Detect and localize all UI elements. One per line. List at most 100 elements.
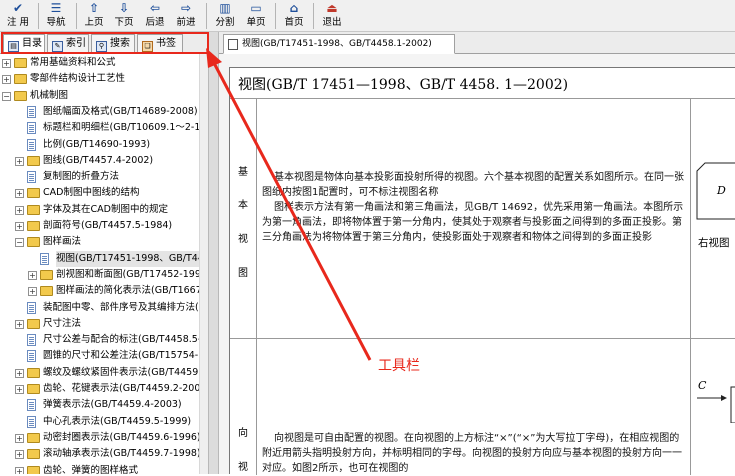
expand-icon[interactable]: + <box>15 222 24 231</box>
tab-index[interactable]: ✎ 索引 <box>47 34 89 53</box>
tree-item-label: CAD制图中图线的结构 <box>43 187 140 199</box>
tree-item[interactable]: + 齿轮、花键表示法(GB/T4459.2-2003 <box>0 381 199 397</box>
tree-item-label: 齿轮、弹簧的图样格式 <box>43 464 139 475</box>
navigation-button[interactable]: ☰ 导航 <box>38 0 74 32</box>
document-icon <box>27 138 36 151</box>
single-page-button[interactable]: ▭ 单页 <box>238 0 274 32</box>
tab-bookmark[interactable]: ❏ 书签 <box>137 34 183 53</box>
expand-icon[interactable]: + <box>2 59 11 68</box>
expand-icon[interactable]: + <box>15 189 24 199</box>
tree-item[interactable]: − 机械制图 <box>0 88 199 104</box>
tree-item[interactable]: + 螺纹及螺纹紧固件表示法(GB/T4459. <box>0 365 199 381</box>
tree-item[interactable]: + CAD制图中图线的结构 <box>0 185 199 201</box>
tree-item[interactable]: + 尺寸注法 <box>0 316 199 332</box>
left-panel-tabs: ▤ 目录 ✎ 索引 ⚲ 搜索 ❏ 书签 <box>0 32 208 54</box>
catalog-tree: + 常用基础资料和公式 + 零部件结构设计工艺性 − 机械制图图纸幅面及格式(GB/T14… <box>0 54 199 474</box>
tree-item[interactable]: + 滚动轴承表示法(GB/T4459.7-1998) <box>0 446 199 462</box>
tree-item-label: 复制图的折叠方法 <box>43 171 120 183</box>
annotate-button[interactable]: ✔ 注 用 <box>0 0 36 32</box>
tree-item-label: 剖面符号(GB/T4457.5-1984) <box>43 220 173 231</box>
collapse-icon[interactable]: − <box>15 238 24 248</box>
tree-item[interactable]: + 齿轮、弹簧的图样格式 <box>0 463 199 475</box>
tree-item[interactable]: + 字体及其在CAD制图中的规定 <box>0 202 199 218</box>
document-icon <box>40 252 49 265</box>
direction-view-paragraph: 向视图是可自由配置的视图。在向视图的上方标注“×”(“×”为大写拉丁字母)，在相… <box>262 433 682 474</box>
tree-item[interactable]: 装配图中零、部件序号及其编排方法( <box>0 300 199 316</box>
document-icon <box>228 39 238 50</box>
tree-item-label: 图样画法 <box>43 236 82 248</box>
expand-icon[interactable]: + <box>15 319 24 329</box>
tree-item-label: 机械制图 <box>30 89 69 101</box>
arrow-right-icon: ⇨ <box>180 1 192 15</box>
tree-item[interactable]: + 零部件结构设计工艺性 <box>0 71 199 87</box>
collapse-icon[interactable]: − <box>2 91 11 101</box>
tab-search[interactable]: ⚲ 搜索 <box>91 34 135 53</box>
tree-item[interactable]: + 常用基础资料和公式 <box>0 55 199 71</box>
tree-item[interactable]: 中心孔表示法(GB/T4459.5-1999) <box>0 414 199 430</box>
svg-text:D: D <box>716 184 726 197</box>
expand-icon[interactable]: + <box>2 75 11 85</box>
expand-icon[interactable]: + <box>15 450 24 460</box>
section-label-char: 基 <box>238 167 248 178</box>
tree-item-label: 标题栏和明细栏(GB/T10609.1～2-19 <box>43 122 199 134</box>
tree-item[interactable]: 标题栏和明细栏(GB/T10609.1～2-19 <box>0 120 199 136</box>
svg-text:C: C <box>698 379 707 392</box>
expand-icon[interactable]: + <box>15 156 24 166</box>
exit-button[interactable]: ⏏ 退出 <box>314 0 350 32</box>
toolbar: ✔ 注 用 ☰ 导航 ⇧ 上页 ⇩ 下页 ⇦ 后退 ⇨ 前进 ▥ 分割 ▭ 单页 ⌂ 首页 ⏏ 退出 <box>0 0 735 32</box>
tree-item[interactable]: 视图(GB/T17451-1998、GB/T44 <box>0 250 199 267</box>
expand-icon[interactable]: + <box>15 385 24 394</box>
tree-item[interactable]: + 图样画法的简化表示法(GB/T1667 <box>0 283 199 299</box>
folder-icon <box>27 384 40 394</box>
tree-item-label: 尺寸注法 <box>43 317 82 329</box>
tree-item-label: 圆锥的尺寸和公差注法(GB/T15754- <box>43 350 199 362</box>
home-button[interactable]: ⌂ 首页 <box>276 0 312 32</box>
document-icon <box>27 301 36 314</box>
tree-item-label: 图线(GB/T4457.4-2002) <box>43 154 154 166</box>
folder-icon <box>27 188 40 199</box>
expand-icon[interactable]: + <box>28 270 37 280</box>
tree-item[interactable]: 弹簧表示法(GB/T4459.4-2003) <box>0 397 199 413</box>
folder-icon <box>27 221 40 231</box>
tree-item-label: 图样画法的简化表示法(GB/T1667 <box>56 285 199 297</box>
expand-icon[interactable]: + <box>15 205 24 215</box>
tree-item-label: 齿轮、花键表示法(GB/T4459.2-2003 <box>43 383 199 394</box>
document-icon <box>27 105 36 118</box>
tree-item[interactable]: 比例(GB/T14690-1993) <box>0 137 199 153</box>
tree-item-label: 螺纹及螺纹紧固件表示法(GB/T4459. <box>43 366 199 378</box>
tree-item[interactable]: + 剖视图和断面图(GB/T17452-199 <box>0 267 199 283</box>
tree-item[interactable]: 复制图的折叠方法 <box>0 169 199 185</box>
index-icon: ✎ <box>52 41 63 52</box>
expand-icon[interactable]: + <box>15 466 24 474</box>
forward-button[interactable]: ⇨ 前进 <box>168 0 204 32</box>
section-label-char: 视 <box>238 234 248 245</box>
tab-document[interactable]: 视图(GB/T17451-1998、GB/T4458.1-2002) <box>223 34 455 54</box>
tree-item[interactable]: 图纸幅面及格式(GB/T14689-2008) <box>0 104 199 120</box>
tab-catalog[interactable]: ▤ 目录 <box>3 34 45 53</box>
folder-icon <box>27 155 40 166</box>
annotation-label: 工具栏 <box>378 358 420 374</box>
expand-icon[interactable]: + <box>15 433 24 443</box>
right-view-figure: D <box>696 162 735 220</box>
navigation-icon: ☰ <box>50 1 62 15</box>
section-label-char: 视 <box>238 462 248 473</box>
folder-icon <box>40 286 53 297</box>
folder-icon <box>14 90 27 101</box>
section-label-char: 本 <box>238 200 248 211</box>
tree-item[interactable]: + 图线(GB/T4457.4-2002) <box>0 153 199 169</box>
tree-item[interactable]: 圆锥的尺寸和公差注法(GB/T15754- <box>0 348 199 364</box>
tree-item[interactable]: + 剖面符号(GB/T4457.5-1984) <box>0 218 199 234</box>
tree-item[interactable]: − 图样画法 <box>0 234 199 250</box>
section-label-char: 向 <box>238 428 248 439</box>
document-page: 视图(GB/T 17451—1998、GB/T 4458. 1—2002) 基 … <box>229 67 735 475</box>
single-page-icon: ▭ <box>250 1 262 15</box>
tree-item[interactable]: + 动密封圈表示法(GB/T4459.6-1996) <box>0 430 199 446</box>
tree-item[interactable]: 尺寸公差与配合的标注(GB/T4458.5- <box>0 332 199 348</box>
document-tabs: 视图(GB/T17451-1998、GB/T4458.1-2002) <box>219 32 735 54</box>
panel-splitter[interactable] <box>208 32 219 474</box>
expand-icon[interactable]: + <box>28 287 37 297</box>
tree-item-label: 字体及其在CAD制图中的规定 <box>43 203 168 215</box>
tree-scrollbar[interactable] <box>199 54 208 474</box>
expand-icon[interactable]: + <box>15 368 24 378</box>
document-icon <box>27 415 36 428</box>
